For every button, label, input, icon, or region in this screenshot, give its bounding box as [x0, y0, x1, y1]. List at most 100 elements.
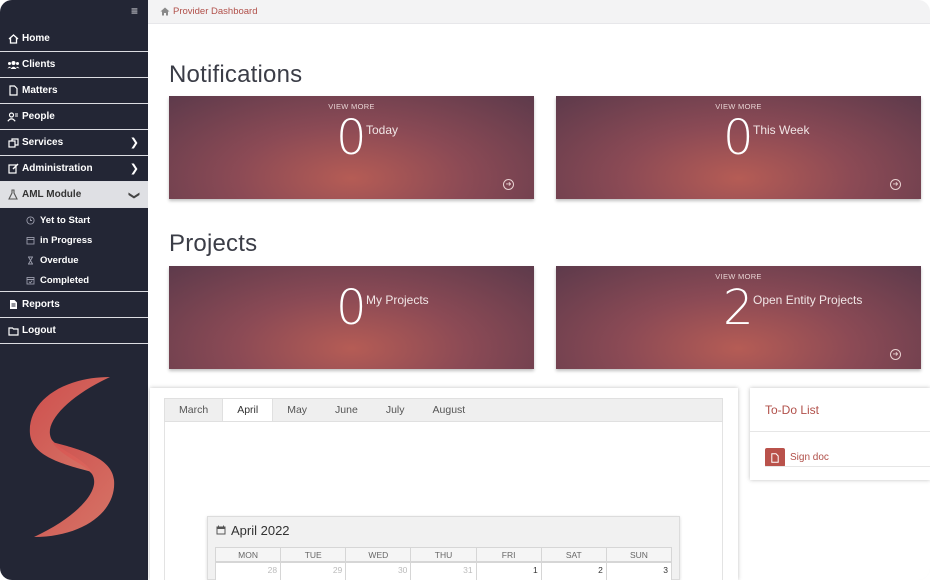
weekday-label: WED — [345, 547, 412, 562]
document-icon — [765, 448, 785, 467]
tab-month-august[interactable]: August — [419, 399, 480, 421]
clock-icon — [26, 215, 38, 225]
hourglass-icon — [26, 256, 38, 265]
sidebar-item-label: Administration — [22, 163, 93, 174]
users-icon — [6, 60, 20, 70]
sidebar-item-matters[interactable]: Matters — [0, 78, 148, 104]
todo-item-label: Sign doc — [790, 452, 829, 463]
calendar-day[interactable]: 30 — [345, 562, 412, 580]
people-icon — [6, 111, 20, 122]
card-count: 2 — [723, 280, 754, 336]
tab-month-april[interactable]: April — [222, 399, 274, 421]
calendar-day[interactable]: 31 — [410, 562, 477, 580]
weekday-label: TUE — [280, 547, 347, 562]
weekday-label: THU — [410, 547, 477, 562]
calendar-day[interactable]: 29 — [280, 562, 347, 580]
tab-month-may[interactable]: May — [273, 399, 321, 421]
file-icon — [6, 85, 20, 96]
card-count: 0 — [723, 110, 754, 166]
weekday-label: SAT — [540, 547, 607, 562]
sidebar-item-label: Services — [22, 137, 64, 148]
chevron-right-icon: ❯ — [129, 163, 139, 175]
chevron-right-icon: ❯ — [129, 137, 139, 149]
sidebar-subitem-yet-to-start[interactable]: Yet to Start — [0, 210, 148, 230]
home-icon — [6, 33, 20, 44]
weekday-label: MON — [215, 547, 282, 562]
sidebar-subitem-label: Completed — [40, 274, 90, 286]
chevron-down-icon: ❯ — [127, 190, 140, 201]
project-card-open-entity-projects[interactable]: VIEW MORE 2 Open Entity Projects ➜ — [556, 266, 921, 369]
todo-title: To-Do List — [765, 403, 820, 417]
calendar-icon — [26, 236, 38, 245]
sidebar-item-people[interactable]: People — [0, 104, 148, 130]
sidebar-subitem-in-progress[interactable]: in Progress — [0, 230, 148, 250]
arrow-circle-icon[interactable]: ➜ — [503, 179, 514, 190]
aml-submenu: Yet to Start in Progress Overdue Complet… — [0, 208, 148, 292]
week-row: 28 29 30 31 1 2 3 — [215, 562, 672, 580]
tab-month-july[interactable]: July — [372, 399, 419, 421]
calendar-header: April 2022 — [208, 517, 679, 543]
card-count: 0 — [336, 280, 367, 336]
edit-icon — [6, 163, 20, 174]
project-card-my-projects[interactable]: 0 My Projects — [169, 266, 534, 369]
folder-icon — [6, 326, 20, 336]
sidebar-subitem-overdue[interactable]: Overdue — [0, 250, 148, 270]
sidebar-item-aml-module[interactable]: AML Module ❯ — [0, 182, 148, 208]
calendar-day[interactable]: 2 — [540, 562, 607, 580]
sidebar-item-label: AML Module — [22, 189, 82, 200]
sidebar-subitem-completed[interactable]: Completed — [0, 270, 148, 290]
sidebar-item-administration[interactable]: Administration ❯ — [0, 156, 148, 182]
sidebar-item-label: Reports — [22, 299, 60, 310]
divider — [750, 431, 930, 432]
flask-icon — [6, 189, 20, 200]
card-label: Open Entity Projects — [753, 293, 863, 307]
services-icon — [6, 137, 20, 148]
notification-card-this-week[interactable]: VIEW MORE 0 This Week ➜ — [556, 96, 921, 199]
calendar-day[interactable]: 28 — [215, 562, 282, 580]
sidebar-item-reports[interactable]: Reports — [0, 292, 148, 318]
calendar-day[interactable]: 1 — [475, 562, 542, 580]
calendar-panel: March April May June July August April 2… — [150, 388, 738, 580]
card-label: This Week — [753, 123, 810, 137]
sidebar-item-label: Clients — [22, 59, 56, 70]
sidebar-item-clients[interactable]: Clients — [0, 52, 148, 78]
weekday-label: FRI — [475, 547, 542, 562]
notification-card-today[interactable]: VIEW MORE 0 Today ➜ — [169, 96, 534, 199]
todo-panel: To-Do List Sign doc — [750, 388, 930, 480]
tab-month-june[interactable]: June — [321, 399, 372, 421]
app-window: ≡ Home Clients Matters People Services ❯… — [0, 0, 930, 580]
brand-logo — [29, 377, 115, 537]
calendar-grid: MON TUE WED THU FRI SAT SUN 28 29 30 31 … — [215, 547, 672, 580]
tab-month-march[interactable]: March — [165, 399, 222, 421]
sidebar-item-services[interactable]: Services ❯ — [0, 130, 148, 156]
calendar-title: April 2022 — [231, 522, 290, 538]
arrow-circle-icon[interactable]: ➜ — [890, 349, 901, 360]
arrow-circle-icon[interactable]: ➜ — [890, 179, 901, 190]
todo-item[interactable]: Sign doc — [765, 448, 829, 467]
sidebar-subitem-label: Overdue — [40, 254, 79, 266]
sidebar-subitem-label: Yet to Start — [40, 214, 91, 226]
month-calendar: April 2022 MON TUE WED THU FRI SAT SUN 2… — [207, 516, 680, 580]
report-icon — [6, 299, 20, 310]
calendar-icon — [216, 525, 226, 535]
divider — [765, 466, 930, 467]
weekday-label: SUN — [605, 547, 672, 562]
breadcrumb-link[interactable]: Provider Dashboard — [173, 6, 258, 17]
sidebar-item-label: Logout — [22, 325, 56, 336]
home-icon[interactable] — [160, 7, 170, 16]
card-label: Today — [366, 123, 399, 137]
sidebar-item-home[interactable]: Home — [0, 26, 148, 52]
sidebar: ≡ Home Clients Matters People Services ❯… — [0, 0, 148, 580]
projects-title: Projects — [169, 230, 258, 257]
sidebar-item-label: Home — [22, 33, 50, 44]
sidebar-item-label: Matters — [22, 85, 58, 96]
sidebar-item-logout[interactable]: Logout — [0, 318, 148, 344]
calendar-check-icon — [26, 276, 38, 285]
breadcrumb: Provider Dashboard — [148, 0, 930, 24]
weekday-row: MON TUE WED THU FRI SAT SUN — [215, 547, 672, 562]
notifications-title: Notifications — [169, 61, 303, 88]
calendar-day[interactable]: 3 — [605, 562, 672, 580]
menu-toggle-icon[interactable]: ≡ — [131, 4, 138, 18]
sidebar-nav: Home Clients Matters People Services ❯ A… — [0, 26, 148, 344]
month-tabs: March April May June July August — [164, 398, 723, 422]
